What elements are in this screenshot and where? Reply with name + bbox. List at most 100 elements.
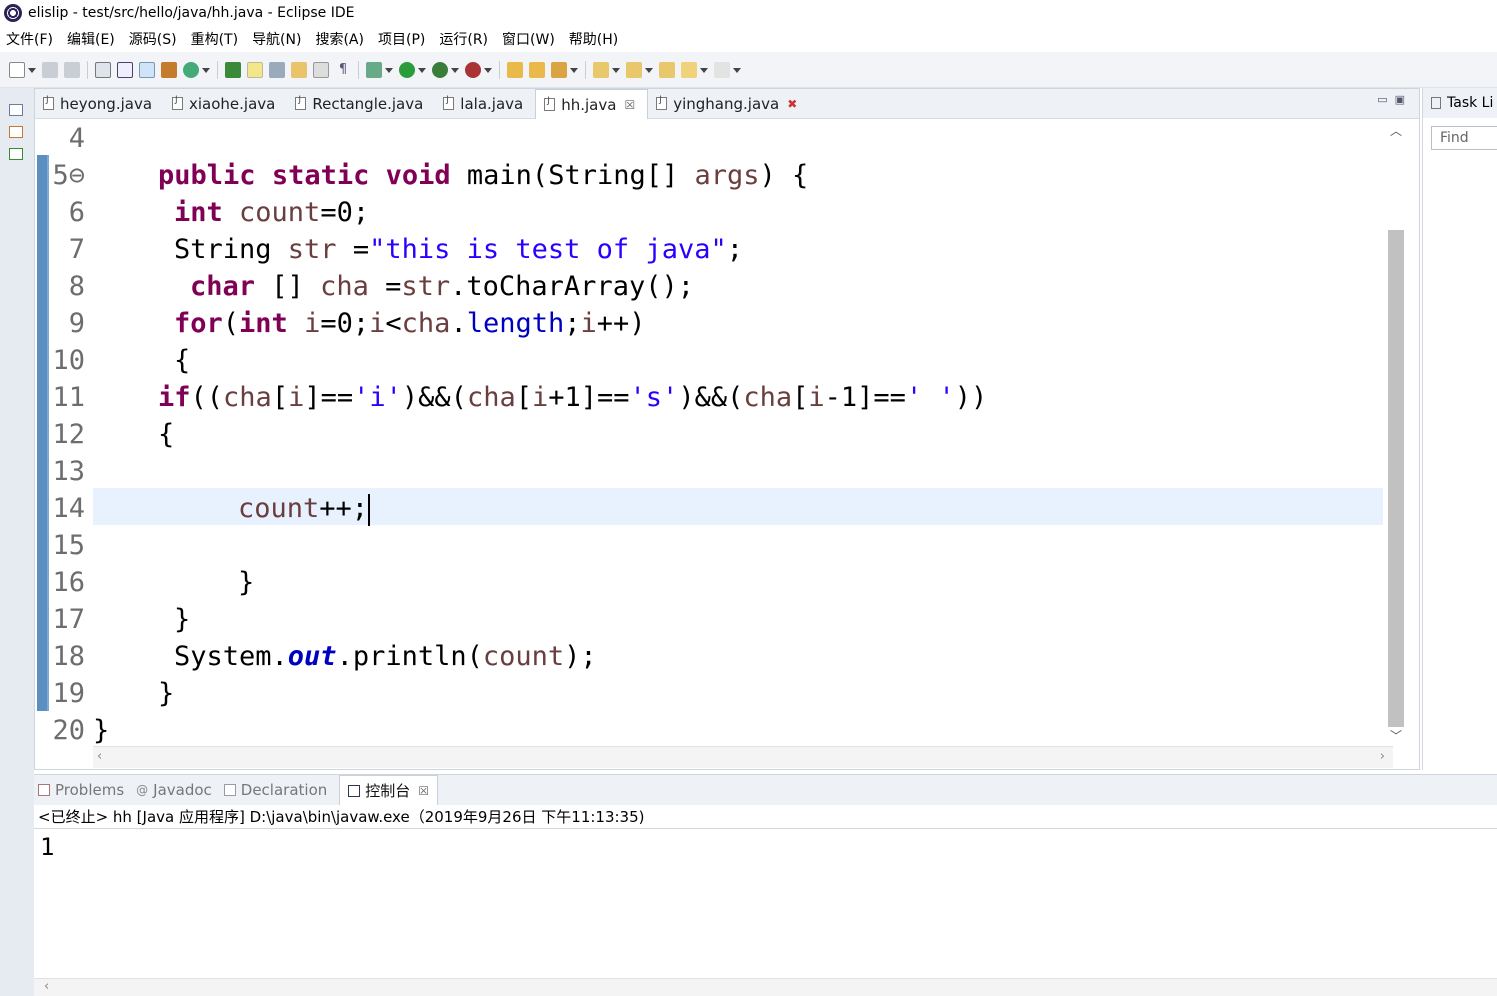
tab-hh[interactable]: hh.java ☒ (535, 89, 649, 119)
chevron-down-icon[interactable] (418, 66, 426, 74)
tab-label: Rectangle.java (312, 94, 424, 113)
debug-icon[interactable] (366, 61, 382, 78)
scroll-up-icon[interactable]: ︿ (1390, 122, 1402, 139)
package-explorer-icon[interactable] (9, 126, 23, 138)
console-output[interactable]: 1 (34, 829, 1497, 861)
pointer-icon[interactable] (139, 61, 155, 78)
back-icon[interactable] (681, 61, 697, 78)
line-number: 6 (68, 197, 85, 228)
chevron-down-icon[interactable] (612, 66, 620, 74)
chevron-down-icon[interactable] (645, 66, 653, 74)
chevron-down-icon[interactable] (484, 66, 492, 74)
menu-project[interactable]: 项目(P) (378, 29, 425, 49)
menu-edit[interactable]: 编辑(E) (67, 29, 115, 49)
close-icon[interactable]: ✖ (787, 97, 797, 111)
scroll-right-icon[interactable]: › (1380, 749, 1385, 764)
toolbar-separator (87, 60, 88, 79)
close-icon[interactable]: ☒ (418, 784, 429, 798)
maximize-icon[interactable]: ▣ (1395, 93, 1405, 106)
toolbar-separator (217, 60, 218, 79)
minimize-icon[interactable]: ▭ (1377, 93, 1387, 106)
scroll-down-icon[interactable]: ﹀ (1390, 727, 1402, 744)
menu-refactor[interactable]: 重构(T) (191, 29, 238, 49)
menu-help[interactable]: 帮助(H) (569, 29, 618, 49)
new-icon[interactable] (9, 61, 25, 78)
line-number: 15 (52, 530, 85, 561)
mark-icon[interactable] (269, 61, 285, 78)
save-icon[interactable] (42, 61, 58, 78)
last-edit-icon[interactable] (659, 61, 675, 78)
toggle-icon[interactable] (247, 61, 263, 78)
menu-search[interactable]: 搜索(A) (315, 29, 364, 49)
java-file-icon (656, 95, 668, 110)
run-icon[interactable] (399, 61, 415, 78)
scroll-left-icon[interactable]: ‹ (97, 749, 102, 764)
line-number: 17 (52, 604, 85, 635)
save-all-icon[interactable] (64, 61, 80, 78)
window-title: elislip - test/src/hello/java/hh.java - … (28, 5, 355, 21)
toolbar-separator (358, 60, 359, 79)
console-icon[interactable] (117, 61, 133, 78)
code-area[interactable]: 4 5⊖ public static void main(String[] arg… (35, 120, 1385, 746)
coverage-icon[interactable] (432, 61, 448, 78)
line-number: 9 (68, 308, 85, 339)
terminal-icon[interactable] (95, 61, 111, 78)
scrollbar-thumb[interactable] (1388, 230, 1404, 727)
vertical-scrollbar[interactable]: ︿ ﹀ (1385, 120, 1407, 746)
chevron-down-icon[interactable] (570, 66, 578, 74)
next-annotation-icon[interactable] (593, 61, 609, 78)
tab-console[interactable]: 控制台 ☒ (339, 775, 439, 805)
chevron-down-icon[interactable] (733, 66, 741, 74)
horizontal-scrollbar[interactable]: ‹ › (93, 746, 1393, 768)
code-line-current: 14 count++; (35, 490, 1385, 527)
tab-rectangle[interactable]: Rectangle.java (287, 89, 435, 118)
line-number[interactable]: 5⊖ (49, 157, 85, 194)
tab-heyong[interactable]: heyong.java (35, 89, 164, 118)
menu-file[interactable]: 文件(F) (6, 29, 53, 49)
chevron-down-icon[interactable] (385, 66, 393, 74)
hierarchy-icon[interactable] (9, 148, 23, 160)
pencil-icon[interactable] (551, 61, 567, 78)
javadoc-icon: @ (136, 783, 149, 797)
tab-xiaohe[interactable]: xiaohe.java (164, 89, 287, 118)
prev-annotation-icon[interactable] (626, 61, 642, 78)
find-input[interactable]: Find (1431, 126, 1497, 150)
scroll-left-icon[interactable]: ‹ (44, 979, 49, 994)
menu-window[interactable]: 窗口(W) (502, 29, 555, 49)
left-trim-bar (0, 88, 34, 996)
open-type-icon[interactable] (291, 61, 307, 78)
search-icon[interactable] (313, 61, 329, 78)
tab-yinghang[interactable]: yinghang.java ✖ (648, 89, 809, 118)
folder-icon[interactable] (507, 61, 523, 78)
task-list-title[interactable]: Task Li (1447, 95, 1493, 111)
code-line: 16} (35, 564, 1385, 601)
chevron-down-icon[interactable] (700, 66, 708, 74)
forward-icon[interactable] (714, 61, 730, 78)
console-horizontal-scrollbar[interactable]: ‹ (34, 978, 1497, 996)
tab-lala[interactable]: lala.java (435, 89, 535, 118)
line-number: 8 (68, 271, 85, 302)
chevron-down-icon[interactable] (28, 66, 36, 74)
close-icon[interactable]: ☒ (624, 98, 635, 112)
refresh-icon[interactable] (183, 61, 199, 78)
code-text: count++; (238, 493, 371, 526)
open-icon[interactable] (529, 61, 545, 78)
menu-run[interactable]: 运行(R) (439, 29, 488, 49)
menu-source[interactable]: 源码(S) (129, 29, 177, 49)
tab-problems[interactable]: Problems (38, 781, 124, 799)
eclipse-icon (4, 4, 22, 22)
chevron-down-icon[interactable] (202, 66, 210, 74)
chevron-down-icon[interactable] (451, 66, 459, 74)
debug-config-icon[interactable] (225, 61, 241, 78)
restore-icon[interactable] (9, 104, 23, 116)
build-icon[interactable] (161, 61, 177, 78)
code-text: String str ="this is test of java"; (174, 234, 743, 265)
menu-navigate[interactable]: 导航(N) (252, 29, 301, 49)
title-bar: elislip - test/src/hello/java/hh.java - … (0, 0, 1497, 26)
paragraph-icon[interactable]: ¶ (335, 62, 351, 78)
tab-declaration[interactable]: Declaration (223, 781, 327, 799)
toolbar-separator (499, 60, 500, 79)
code-text: char [] cha =str.toCharArray(); (190, 271, 694, 302)
tab-javadoc[interactable]: @ Javadoc (136, 781, 212, 799)
external-tools-icon[interactable] (465, 61, 481, 78)
